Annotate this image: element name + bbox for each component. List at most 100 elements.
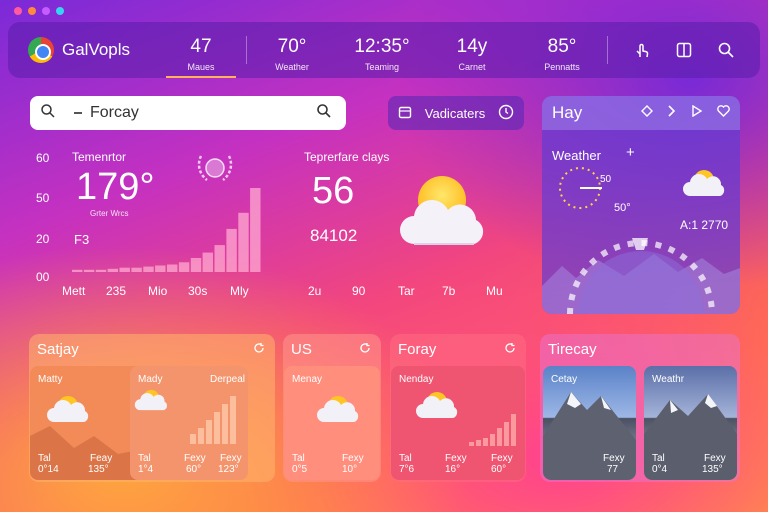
tile-footer-label: Fexy: [220, 453, 242, 464]
card-title: Foray: [398, 340, 437, 358]
window-dot-close[interactable]: [14, 7, 22, 15]
partly-cloudy-icon: [394, 172, 494, 252]
mountain-photo-tile[interactable]: Weathr Tal 0°4 Fexy 135°: [644, 366, 737, 480]
tile-footer-value: 60°: [186, 464, 202, 475]
tile-footer-value: 7°6: [399, 464, 415, 475]
temperature-bar: [72, 269, 83, 272]
temperature-title: Temenrtor: [72, 150, 127, 164]
stat-label: Carnet: [458, 62, 486, 72]
mountain-photo-tile[interactable]: Cetay Fexy 77: [543, 366, 636, 480]
tile-footer-label: Tal: [652, 453, 665, 464]
clock-icon: [498, 104, 514, 123]
stat-label: Teaming: [364, 62, 400, 72]
stat-value: 70°: [277, 36, 307, 57]
tile-title: Matty: [38, 374, 63, 385]
heart-icon[interactable]: [717, 104, 730, 122]
header-stat-pennatts[interactable]: 85° Pennatts: [517, 22, 607, 78]
forecast-tile[interactable]: Menay Tal 0°5 Fexy 10°: [284, 366, 380, 480]
x-tick: Mu: [486, 284, 503, 298]
y-tick: 20: [36, 232, 50, 246]
x-tick: Mly: [230, 284, 249, 298]
window-dot-minimize[interactable]: [28, 7, 36, 15]
partly-cloudy-icon: [134, 389, 167, 411]
window-controls: [14, 7, 64, 15]
tile-footer-value: 0°5: [292, 464, 308, 475]
x-tick: 7b: [442, 284, 456, 298]
mini-bar-chart: [190, 396, 236, 444]
add-icon[interactable]: +: [626, 144, 635, 161]
search-submit-icon[interactable]: [316, 103, 332, 124]
partly-cloudy-icon: [682, 168, 726, 203]
temperature-bar: [95, 269, 107, 272]
header-stat-maues[interactable]: 47 Maues: [156, 22, 246, 78]
tile-footer-label: Feay: [90, 453, 113, 464]
x-tick: 90: [352, 284, 366, 298]
refresh-icon[interactable]: [359, 341, 371, 358]
window-dot-maximize[interactable]: [42, 7, 50, 15]
search-icon[interactable]: [716, 40, 736, 60]
tile-title: Mady: [138, 374, 163, 385]
tile-footer-label: Tal: [38, 453, 51, 464]
header-stat-carnet[interactable]: 14y Carnet: [427, 22, 517, 78]
indicators-button[interactable]: Vadicaters: [388, 96, 524, 130]
temperature-bar: [119, 267, 130, 272]
tile-footer-label: Fexy: [603, 453, 625, 464]
chevron-right-icon[interactable]: [667, 104, 677, 122]
stat-label: Maues: [187, 62, 215, 72]
tile-footer-label: Fexy: [342, 453, 364, 464]
search-input[interactable]: [90, 104, 300, 122]
temperature-bar: [226, 228, 237, 272]
stat-value: 47: [190, 36, 212, 57]
temperature-days-title: Teprerfare clays: [304, 150, 390, 164]
tile-footer-label: Fexy: [491, 453, 513, 464]
cursor-dash-icon: [74, 112, 82, 114]
header-stat-teaming[interactable]: 12:35° Teaming: [337, 22, 427, 78]
stat-value: 14y: [456, 36, 488, 57]
window-dot-extra[interactable]: [56, 7, 64, 15]
refresh-icon[interactable]: [253, 341, 265, 358]
card-title: Tirecay: [548, 340, 597, 358]
browser-logo-icon: [28, 37, 54, 63]
card-title: Satjay: [37, 340, 79, 358]
play-icon[interactable]: [691, 104, 703, 122]
panel-icon[interactable]: [674, 40, 694, 60]
tile-title: Cetay: [551, 374, 578, 385]
header-stat-weather[interactable]: 70° Weather: [247, 22, 337, 78]
divider: [607, 36, 608, 64]
forecast-tile[interactable]: Nenday Tal 7°6 Fexy 16° Fexy 60°: [391, 366, 525, 480]
tile-footer-label: Tal: [138, 453, 151, 464]
panel-title: Hay: [552, 103, 583, 122]
tile-footer-value: 77: [607, 464, 619, 475]
partly-cloudy-icon: [317, 396, 359, 422]
header-bar: GalVopls 47 Maues 70° Weather 12:35° Tea…: [8, 22, 760, 78]
temperature-days-sub: 84102: [310, 226, 358, 245]
temperature-bar: [238, 212, 249, 272]
brand[interactable]: GalVopls: [28, 37, 156, 63]
mini-bar-chart: [469, 414, 516, 446]
laurel-sun-icon: [192, 148, 238, 188]
dial-value-degrees: 50°: [614, 202, 631, 214]
temperature-bar: [167, 264, 178, 272]
stat-label: Pennatts: [544, 62, 580, 72]
x-tick: Tar: [398, 284, 415, 298]
tile-title: Weathr: [652, 374, 685, 385]
calendar-icon: [398, 105, 412, 122]
tile-title-secondary: Derpeal: [210, 374, 246, 385]
hand-pointer-icon[interactable]: [632, 40, 652, 60]
tile-footer-value: 1°4: [138, 464, 154, 475]
tile-title: Menay: [292, 374, 323, 385]
diamond-icon[interactable]: [641, 104, 653, 122]
tile-title: Nenday: [399, 374, 434, 385]
temperature-bar: [250, 188, 261, 272]
y-tick: 60: [36, 151, 50, 165]
forecast-tile[interactable]: Mady Derpeal Tal 1°4 Fexy 60° Fexy 123°: [130, 366, 248, 480]
tile-footer-label: Fexy: [184, 453, 206, 464]
search-bar: [30, 96, 346, 130]
brand-name: GalVopls: [62, 40, 131, 59]
card-title: US: [291, 340, 312, 358]
temperature-days-value: 56: [312, 170, 355, 212]
refresh-icon[interactable]: [504, 341, 516, 358]
x-tick: 2u: [308, 284, 322, 298]
partly-cloudy-icon: [416, 392, 458, 418]
dial-value: 50: [600, 174, 612, 185]
